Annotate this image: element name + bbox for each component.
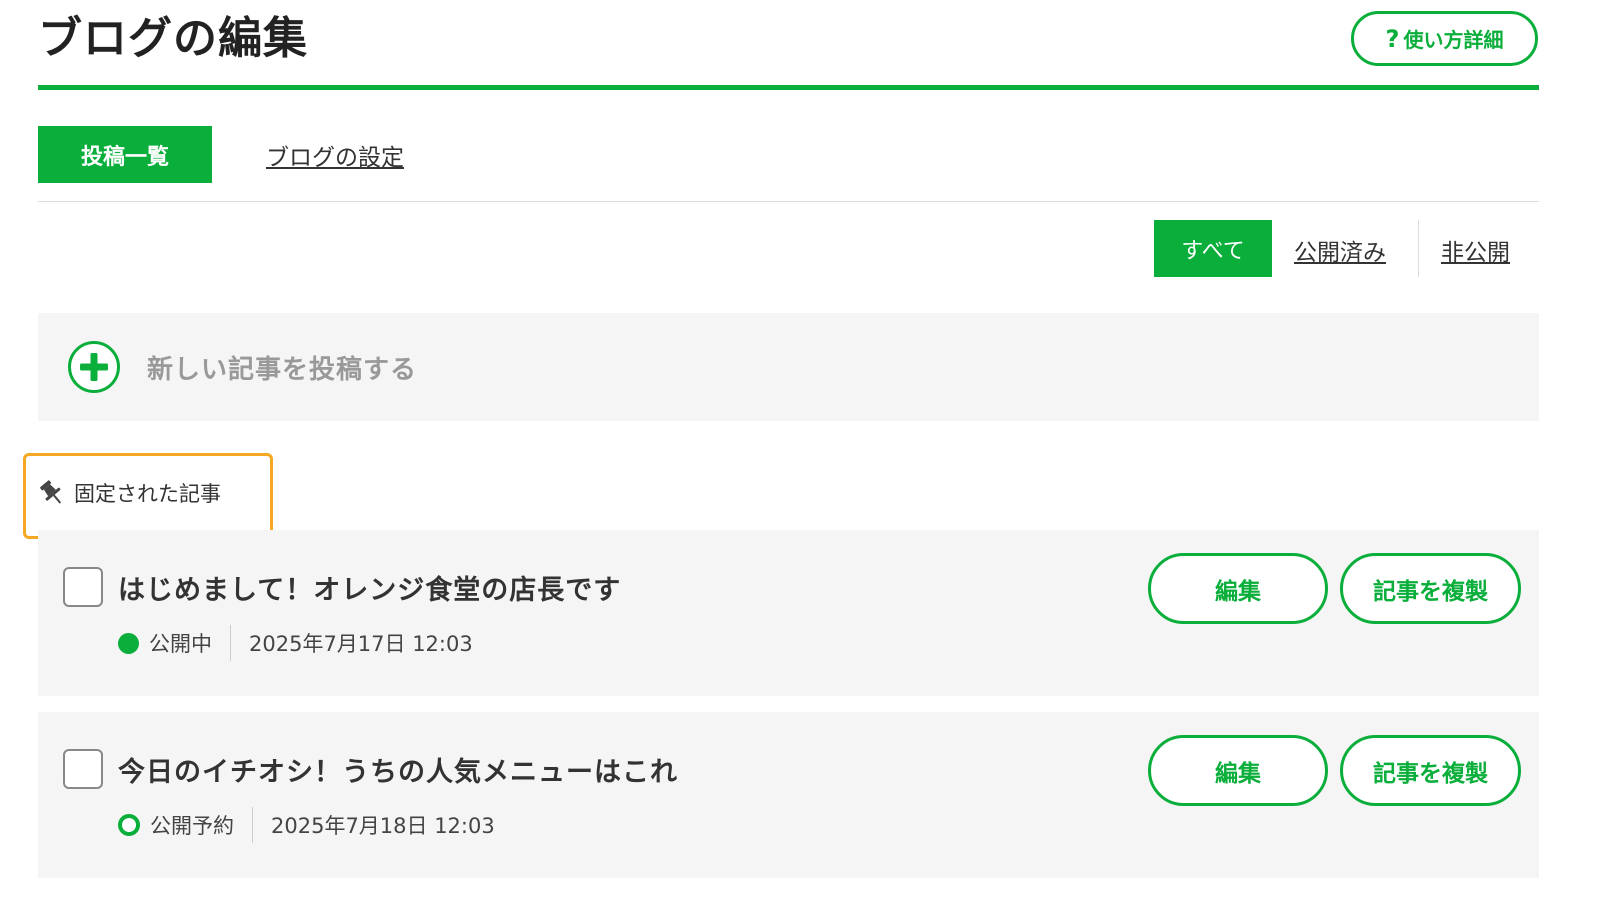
post-title: 今日のイチオシ！うちの人気メニューはこれ <box>118 757 678 788</box>
tabs-divider <box>38 201 1539 202</box>
question-icon: ? <box>1385 24 1400 53</box>
duplicate-post-button[interactable]: 記事を複製 <box>1340 553 1521 624</box>
help-button-label: 使い方詳細 <box>1403 28 1504 52</box>
filter-divider <box>1418 220 1419 277</box>
post-meta: 公開中 2025年7月17日 12:03 <box>118 625 473 661</box>
filter-all[interactable]: すべて <box>1154 220 1272 277</box>
post-meta: 公開予約 2025年7月18日 12:03 <box>118 807 495 843</box>
edit-button[interactable]: 編集 <box>1148 553 1328 624</box>
post-status: 公開予約 <box>150 814 234 838</box>
title-underline <box>38 85 1539 90</box>
meta-divider <box>252 807 253 843</box>
new-post-label: 新しい記事を投稿する <box>147 354 418 385</box>
post-title: はじめまして！オレンジ食堂の店長です <box>118 575 622 606</box>
published-dot-icon <box>118 632 139 654</box>
post-date: 2025年7月17日 12:03 <box>249 632 473 656</box>
page-title: ブログの編集 <box>38 13 308 64</box>
post-card: はじめまして！オレンジ食堂の店長です 公開中 2025年7月17日 12:03 … <box>38 530 1539 696</box>
post-date: 2025年7月18日 12:03 <box>271 814 495 838</box>
tab-posts[interactable]: 投稿一覧 <box>38 126 212 183</box>
post-select-checkbox[interactable] <box>63 567 103 607</box>
help-button[interactable]: ? 使い方詳細 <box>1351 11 1538 66</box>
tab-blog-settings[interactable]: ブログの設定 <box>266 138 404 172</box>
pin-icon <box>40 480 62 504</box>
meta-divider <box>230 625 231 661</box>
post-status: 公開中 <box>149 632 212 656</box>
edit-button[interactable]: 編集 <box>1148 735 1328 806</box>
pinned-section-header: 固定された記事 <box>38 478 221 508</box>
scheduled-ring-icon <box>118 814 140 836</box>
post-card: 今日のイチオシ！うちの人気メニューはこれ 公開予約 2025年7月18日 12:… <box>38 712 1539 878</box>
duplicate-post-button[interactable]: 記事を複製 <box>1340 735 1521 806</box>
plus-circle-icon <box>68 341 120 393</box>
filter-published[interactable]: 公開済み <box>1294 233 1386 267</box>
pinned-section-label: 固定された記事 <box>74 482 221 506</box>
new-post-button[interactable]: 新しい記事を投稿する <box>38 313 1539 421</box>
filter-private[interactable]: 非公開 <box>1441 233 1510 267</box>
post-select-checkbox[interactable] <box>63 749 103 789</box>
